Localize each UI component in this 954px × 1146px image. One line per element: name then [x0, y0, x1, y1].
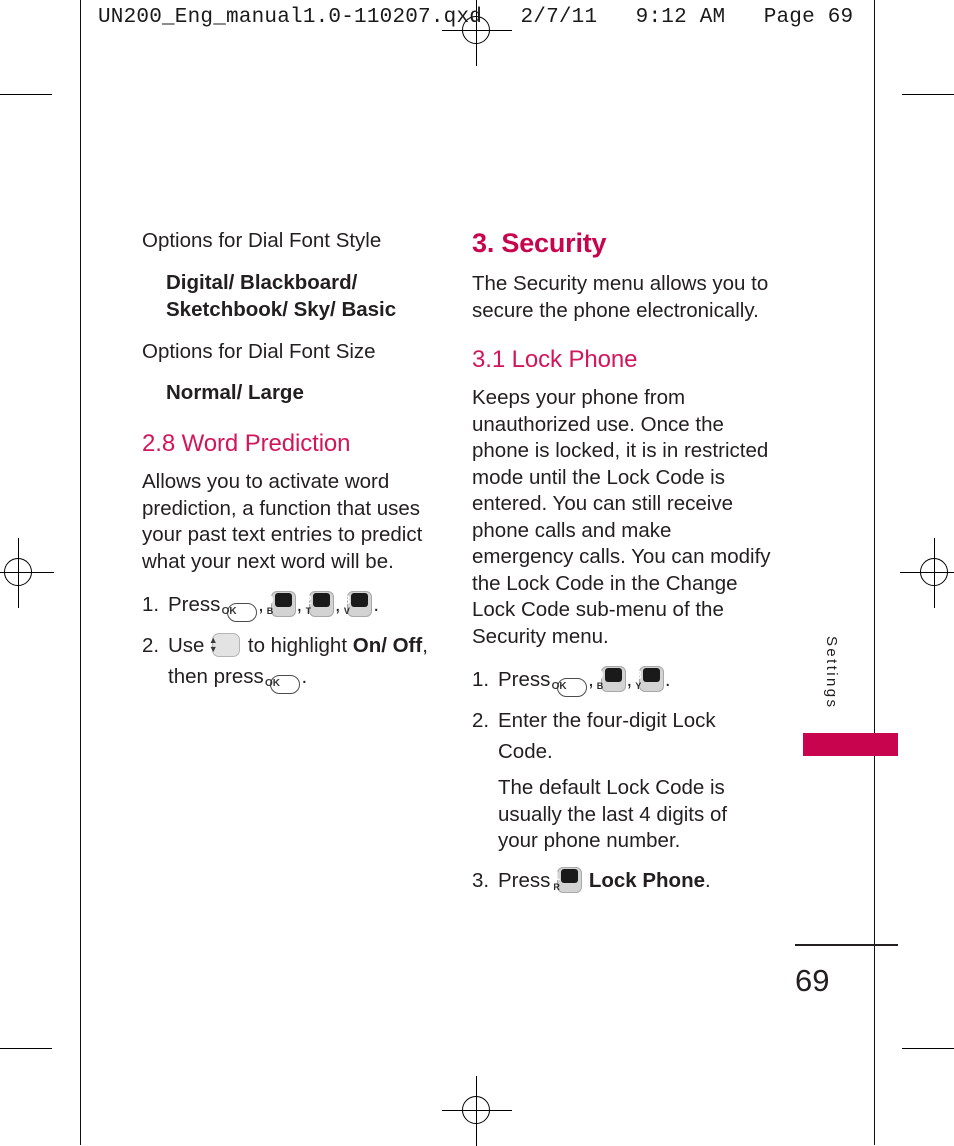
left-step-2-middle: to highlight: [247, 634, 348, 657]
crop-mark-bottom-left-h: [0, 1048, 52, 1049]
right-step-1: 1. Press OK, 9 B , 3 Y .: [472, 664, 772, 697]
navigation-up-down-key-icon: ▲ ▼: [209, 633, 241, 657]
folio-rule: [795, 944, 898, 946]
left-step-1-number: 1.: [142, 593, 160, 616]
word-prediction-body: Allows you to activate word prediction, …: [142, 470, 423, 573]
security-heading: 3. Security: [472, 228, 607, 258]
page-number: 69: [795, 963, 830, 998]
left-step-2-target: On/ Off: [352, 634, 423, 657]
left-column: Options for Dial Font Style Digital/ Bla…: [142, 228, 442, 702]
left-step-2-number: 2.: [142, 634, 160, 657]
trim-line-left: [80, 0, 81, 1145]
right-column: 3. Security The Security menu allows you…: [472, 228, 772, 904]
left-step-1-verb: Press: [168, 593, 221, 616]
crop-mark-top-left-h: [0, 94, 52, 95]
dial-font-size-label: Options for Dial Font Size: [142, 339, 376, 363]
right-step-2-number: 2.: [472, 709, 490, 732]
right-step-3-number: 3.: [472, 868, 490, 892]
registration-mark-left: [0, 538, 54, 608]
trim-line-right: [874, 0, 875, 1145]
right-step-1-period: .: [664, 668, 671, 691]
key-1r-icon: 1 R: [553, 866, 583, 893]
security-body: The Security menu allows you to secure t…: [472, 272, 769, 322]
crop-mark-bottom-right-h: [902, 1048, 954, 1049]
right-step-1-comma-1: ,: [588, 668, 594, 691]
right-step-2-text: Enter the four-digit Lock Code.: [498, 709, 716, 763]
right-step-1-comma-2: ,: [626, 668, 633, 691]
left-step-2-end: .: [301, 665, 308, 688]
dial-font-style-values: Digital/ Blackboard/ Sketchbook/ Sky/ Ba…: [166, 270, 397, 321]
dial-font-size-values: Normal/ Large: [166, 381, 304, 404]
ok-key-icon-2: OK: [265, 675, 301, 694]
key-3y-icon: 3 Y: [635, 666, 664, 692]
left-step-1-comma-3: ,: [334, 593, 341, 616]
print-header-text: UN200_Eng_manual1.0-110207.qxd 2/7/11 9:…: [98, 6, 854, 29]
right-step-1-number: 1.: [472, 668, 490, 691]
side-tab-label: Settings: [823, 636, 840, 710]
left-step-2-verb: Use: [168, 634, 205, 657]
registration-mark-right: [900, 538, 954, 608]
right-step-3-end: .: [705, 868, 711, 892]
right-step-3: 3. Press 1 R Lock Phone.: [472, 865, 772, 896]
left-step-1-comma-1: ,: [258, 593, 264, 616]
right-step-3-verb: Press: [498, 868, 551, 892]
left-step-1: 1. Press OK, 9 B , 2 T , 8 V .: [142, 589, 442, 622]
side-tab-accent-bar: [803, 733, 898, 756]
crop-mark-top-right-h: [902, 94, 954, 95]
word-prediction-heading: 2.8 Word Prediction: [142, 430, 351, 457]
registration-mark-bottom: [442, 1076, 512, 1146]
key-8v-icon: 8 V: [343, 591, 373, 617]
key-9b-icon-2: 9 B: [597, 666, 626, 692]
right-step-2-note: The default Lock Code is usually the las…: [498, 776, 728, 852]
dial-font-style-label: Options for Dial Font Style: [142, 229, 382, 252]
right-step-3-target: Lock Phone: [588, 868, 705, 892]
left-step-1-period: .: [373, 593, 380, 616]
key-2t-icon: 2 T: [305, 591, 334, 617]
left-step-1-comma-2: ,: [296, 593, 303, 616]
lock-phone-heading: 3.1 Lock Phone: [472, 346, 638, 373]
right-step-2: 2. Enter the four-digit Lock Code.: [472, 705, 772, 767]
ok-key-icon: OK: [222, 603, 258, 622]
right-step-1-verb: Press: [498, 668, 551, 691]
ok-key-icon-3: OK: [552, 678, 588, 697]
lock-phone-body: Keeps your phone from unauthorized use. …: [472, 386, 771, 648]
key-9b-icon: 9 B: [267, 591, 296, 617]
left-step-2: 2. Use ▲ ▼ to highlight On/ Off, then pre…: [142, 630, 442, 694]
